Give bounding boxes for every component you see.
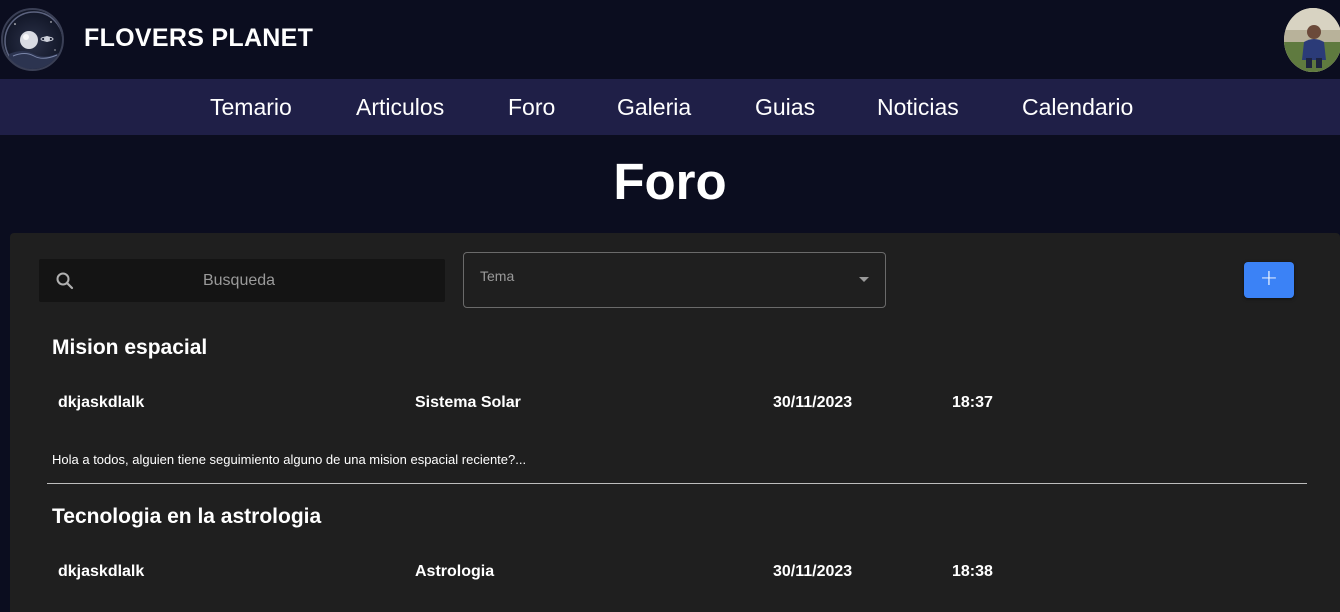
user-avatar[interactable]: [1284, 8, 1340, 72]
nav-item-articulos[interactable]: Articulos: [356, 94, 444, 121]
post-date: 30/11/2023: [773, 563, 853, 580]
post-topic: Sistema Solar: [415, 394, 521, 411]
top-header: FLOVERS PLANET: [0, 0, 1340, 79]
main-nav: Temario Articulos Foro Galeria Guias Not…: [0, 79, 1340, 135]
search-icon[interactable]: [55, 271, 75, 291]
nav-item-foro[interactable]: Foro: [508, 94, 555, 121]
chevron-down-icon: [859, 277, 869, 282]
post-topic: Astrologia: [415, 563, 495, 580]
add-post-button[interactable]: +: [1244, 262, 1294, 298]
nav-item-noticias[interactable]: Noticias: [877, 94, 959, 121]
forum-panel: Tema + Mision espacial dkjaskdlalk Siste…: [10, 233, 1340, 612]
post-title[interactable]: Tecnologia en la astrologia: [52, 505, 321, 529]
nav-item-temario[interactable]: Temario: [210, 94, 292, 121]
post-title[interactable]: Mision espacial: [52, 336, 207, 360]
planet-logo-icon[interactable]: [1, 8, 64, 71]
nav-item-galeria[interactable]: Galeria: [617, 94, 691, 121]
post-excerpt: Hola a todos, alguien tiene seguimiento …: [52, 452, 527, 467]
nav-item-guias[interactable]: Guias: [755, 94, 815, 121]
post-time: 18:38: [952, 563, 993, 580]
search-bar: [39, 259, 445, 302]
page-title: Foro: [613, 153, 727, 210]
post-date: 30/11/2023: [773, 394, 853, 411]
brand-name: FLOVERS PLANET: [84, 24, 314, 52]
post-author: dkjaskdlalk: [58, 394, 145, 411]
post-author: dkjaskdlalk: [58, 563, 145, 580]
search-input[interactable]: [89, 259, 389, 302]
topic-select[interactable]: Tema: [463, 252, 886, 308]
nav-item-calendario[interactable]: Calendario: [1022, 94, 1133, 121]
divider: [47, 483, 1307, 484]
post-time: 18:37: [952, 394, 993, 411]
topic-select-label: Tema: [480, 268, 515, 284]
